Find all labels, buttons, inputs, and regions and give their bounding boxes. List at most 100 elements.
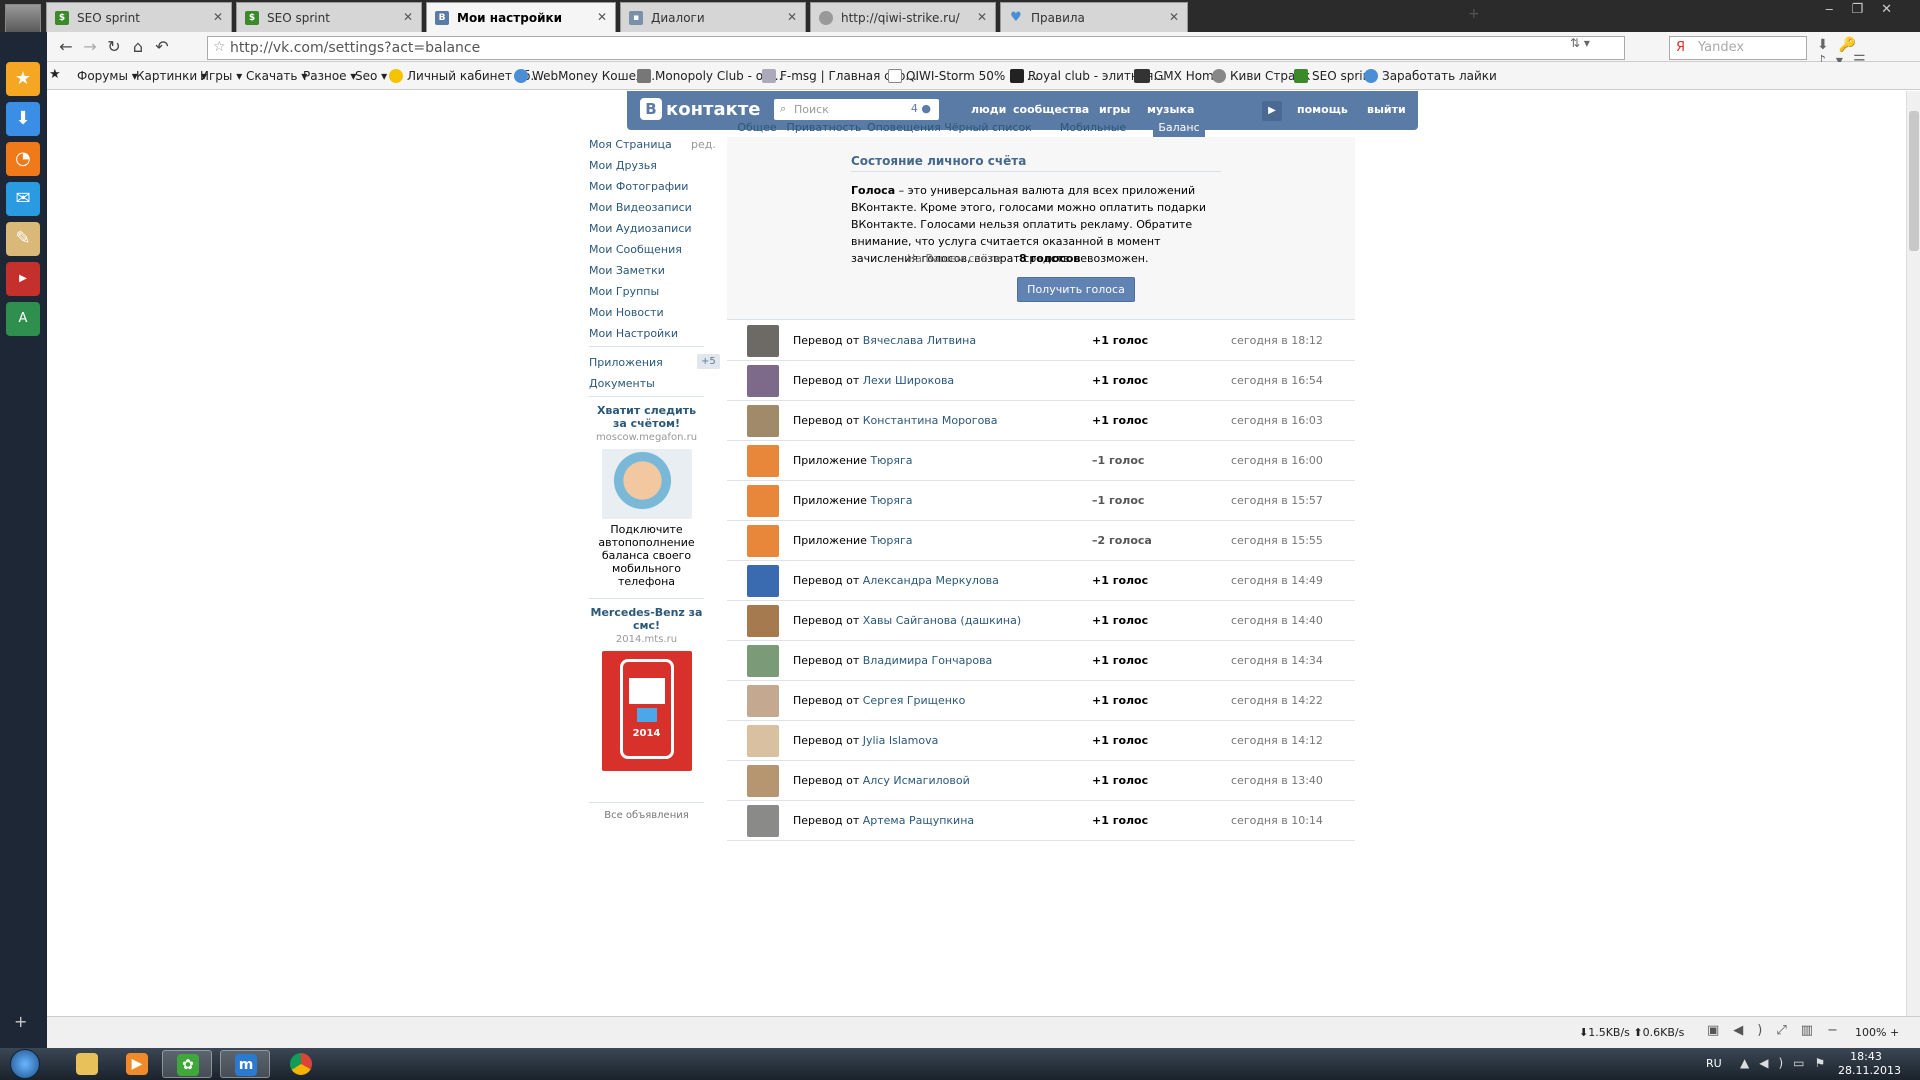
transaction-party-link[interactable]: Jylia Islamova [863,734,939,747]
home-button[interactable]: ⌂ [127,37,149,56]
nav-people[interactable]: люди [971,103,1006,116]
avatar[interactable] [747,325,779,357]
close-icon[interactable]: ✕ [1169,10,1179,24]
bookmark-gmx[interactable]: GMX Home [1134,69,1221,83]
menu-documents[interactable]: Документы [589,377,655,390]
bookmark-folder-games[interactable]: Игры ▾ [200,69,242,83]
ad-megafon[interactable]: Хватит следить за счётом! moscow.megafon… [589,404,704,588]
nav-music[interactable]: музыка [1147,103,1194,116]
transaction-party-link[interactable]: Хавы Сайганова (дашкина) [863,614,1021,627]
transaction-party-link[interactable]: Тюряга [870,494,912,507]
get-votes-button[interactable]: Получить голоса [1017,277,1135,302]
transaction-party-link[interactable]: Алсу Исмагиловой [863,774,970,787]
avatar[interactable] [747,685,779,717]
taskbar-icq[interactable]: ✿ [162,1050,212,1078]
ad-image[interactable] [601,449,692,519]
nav-communities[interactable]: сообщества [1013,103,1089,116]
avatar[interactable] [747,725,779,757]
ad-mts[interactable]: Mercedes-Benz за смс! 2014.mts.ru 2014 [589,606,704,771]
new-tab-button[interactable]: + [1468,6,1480,22]
close-icon[interactable]: ✕ [787,10,797,24]
bookmark-folder-misc[interactable]: Разное ▾ [303,69,356,83]
avatar[interactable] [747,365,779,397]
apps-count-badge[interactable]: +5 [697,354,720,369]
search-input[interactable]: Я Yandex [1669,36,1807,60]
tab-rules[interactable]: ♥ Правила ✕ [1000,2,1188,32]
translate-icon[interactable]: A [6,302,40,336]
avatar[interactable] [747,485,779,517]
back-button[interactable]: ← [55,37,77,56]
avatar[interactable] [747,805,779,837]
tab-qiwi-strike[interactable]: http://qiwi-strike.ru/ ✕ [810,2,996,32]
avatar[interactable] [747,445,779,477]
menu-my-videos[interactable]: Мои Видеозаписи [589,201,692,214]
menu-apps[interactable]: Приложения [589,356,663,369]
transaction-party-link[interactable]: Владимира Гончарова [863,654,993,667]
avatar[interactable] [747,765,779,797]
tab-privacy[interactable]: Приватность [785,118,863,138]
taskbar-maxthon[interactable]: m [220,1050,270,1078]
bookmark-star-icon[interactable]: ★ [49,67,61,82]
tab-general[interactable]: Общее [733,118,781,138]
address-bar[interactable]: ☆ http://vk.com/settings?act=balance [207,36,1625,60]
tab-seo-sprint-2[interactable]: $ SEO sprint ✕ [236,2,422,32]
bookmark-folder-seo[interactable]: Seo ▾ [355,69,387,83]
taskbar-media-player[interactable]: ▶ [112,1050,162,1078]
forward-button[interactable]: → [79,37,101,56]
transaction-party-link[interactable]: Вячеслава Литвина [863,334,976,347]
start-button[interactable] [10,1049,40,1079]
favorites-star-icon[interactable]: ★ [6,62,40,96]
tab-dialogs[interactable]: ▪ Диалоги ✕ [620,2,806,32]
avatar[interactable] [747,605,779,637]
avatar[interactable] [747,525,779,557]
nav-logout[interactable]: выйти [1367,103,1406,116]
tab-mobile-services[interactable]: Мобильные сервисы [1037,118,1149,147]
menu-my-settings[interactable]: Мои Настройки [589,327,678,340]
ad-title[interactable]: Хватит следить за счётом! [589,404,704,430]
vertical-scrollbar[interactable] [1906,91,1920,1016]
window-controls[interactable]: ‒❐✕ [1825,2,1910,17]
menu-my-news[interactable]: Мои Новости [589,306,664,319]
menu-my-photos[interactable]: Мои Фотографии [589,180,688,193]
avatar[interactable] [747,405,779,437]
add-icon[interactable]: + [14,1012,27,1031]
transaction-party-link[interactable]: Тюряга [870,454,912,467]
bookmark-folder-images[interactable]: Картинки ▾ [136,69,207,83]
menu-my-audio[interactable]: Мои Аудиозаписи [589,222,692,235]
bookmark-folder-forums[interactable]: Форумы ▾ [77,69,138,83]
all-ads-link[interactable]: Все объявления [589,810,704,821]
menu-my-friends[interactable]: Мои Друзья [589,159,657,172]
tray-icons[interactable]: ▲◀)▭⚑ [1740,1056,1835,1070]
input-language[interactable]: RU [1706,1057,1722,1070]
transaction-party-link[interactable]: Тюряга [870,534,912,547]
bookmark-monopoly[interactable]: Monopoly Club - он... [637,69,782,83]
tab-notifications[interactable]: Оповещения [867,118,941,138]
notes-icon[interactable]: ✎ [6,222,40,256]
status-icons[interactable]: ▣◀)⤢▥− [1707,1023,1852,1038]
nav-help[interactable]: помощь [1297,103,1348,116]
close-icon[interactable]: ✕ [403,10,413,24]
avatar[interactable] [747,565,779,597]
zoom-level[interactable]: 100% + [1855,1026,1899,1039]
rss-icon[interactable]: ◔ [6,142,40,176]
bookmark-likes[interactable]: Заработать лайки [1364,69,1497,83]
reload-button[interactable]: ↻ [103,37,125,56]
transaction-party-link[interactable]: Сергея Грищенко [863,694,966,707]
menu-my-messages[interactable]: Мои Сообщения [589,243,682,256]
menu-my-page[interactable]: Моя Страница [589,138,672,151]
menu-my-notes[interactable]: Мои Заметки [589,264,665,277]
taskbar-chrome[interactable] [276,1050,326,1078]
transaction-party-link[interactable]: Артема Ращупкина [863,814,974,827]
chat-icon[interactable]: ✉ [6,182,40,216]
transaction-party-link[interactable]: Александра Меркулова [863,574,999,587]
close-icon[interactable]: ✕ [213,10,223,24]
clock[interactable]: 18:43 28.11.2013 [1838,1050,1901,1078]
ad-image[interactable]: 2014 [601,651,692,771]
vk-search-input[interactable]: ⌕ Поиск 4 ● [774,99,939,120]
transaction-party-link[interactable]: Константина Морогова [863,414,998,427]
taskbar-explorer[interactable] [62,1050,112,1078]
nav-games[interactable]: игры [1099,103,1130,116]
bookmark-folder-download[interactable]: Скачать ▾ [246,69,307,83]
transaction-party-link[interactable]: Лехи Широкова [863,374,954,387]
close-icon[interactable]: ✕ [977,10,987,24]
